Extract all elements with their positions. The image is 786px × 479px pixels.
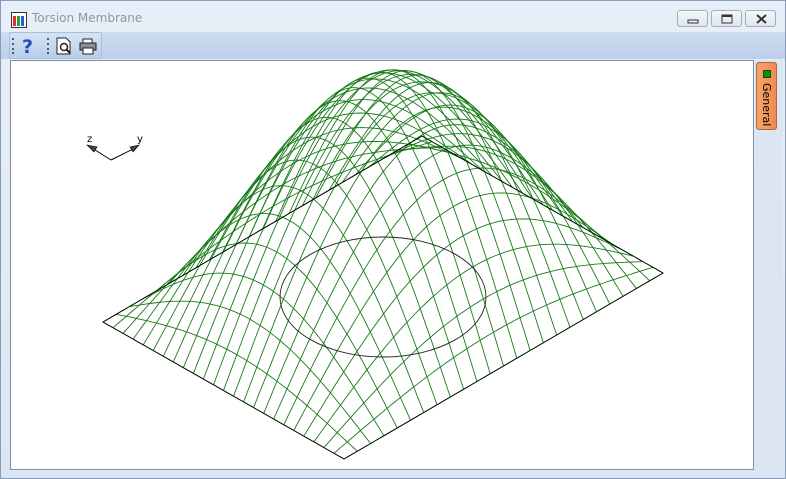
y-axis-label: y (137, 134, 143, 145)
bottom-border (1, 470, 785, 478)
side-tab-label: General (760, 83, 773, 127)
membrane-outline (102, 135, 664, 460)
toolbar-grip-icon (47, 38, 49, 54)
app-icon (11, 12, 27, 28)
print-preview-button[interactable] (54, 36, 74, 56)
toolbar-strip (1, 32, 785, 59)
printer-icon (79, 38, 97, 55)
help-button[interactable]: ? (19, 36, 39, 58)
toolbar-grip-icon (12, 38, 14, 54)
tab-marker-icon (763, 70, 771, 78)
mesh-line (162, 99, 483, 357)
toolbar: ? (9, 32, 102, 59)
mesh-line (116, 313, 358, 452)
minimize-icon (687, 19, 699, 24)
mesh-surface (102, 69, 664, 460)
mesh-line (283, 167, 604, 425)
z-arrow-icon (86, 144, 98, 153)
svg-text:?: ? (22, 36, 33, 56)
print-button[interactable] (78, 36, 98, 56)
mesh-line (368, 118, 611, 305)
app-window: Torsion Membrane ? z y General (0, 0, 786, 479)
mesh-line (303, 218, 623, 437)
mesh-line (233, 81, 553, 397)
base-boundary (102, 135, 664, 460)
window-title: Torsion Membrane (32, 11, 143, 25)
help-question-icon: ? (22, 36, 33, 58)
z-axis-label: z (87, 134, 92, 145)
axes-triad: z y (86, 134, 143, 161)
mesh-line (222, 116, 465, 390)
mesh-line (323, 261, 643, 448)
maximize-icon (721, 14, 733, 24)
plot-canvas[interactable]: z y (10, 60, 754, 470)
print-preview-icon (56, 37, 71, 55)
mesh-line (192, 72, 513, 374)
mesh-line (223, 73, 543, 391)
y-arrow-icon (129, 144, 140, 153)
mesh-line (355, 104, 597, 312)
mesh-line (155, 242, 398, 429)
minimize-button[interactable] (677, 10, 708, 27)
side-tab-general[interactable]: General (756, 62, 777, 130)
close-button[interactable] (745, 10, 776, 27)
close-icon (756, 14, 767, 24)
membrane-mesh-plot: z y (86, 69, 664, 460)
mesh-line (262, 77, 504, 367)
maximize-button[interactable] (711, 10, 742, 27)
title-bar[interactable]: Torsion Membrane (1, 1, 785, 31)
inner-hole-outline (279, 236, 487, 358)
